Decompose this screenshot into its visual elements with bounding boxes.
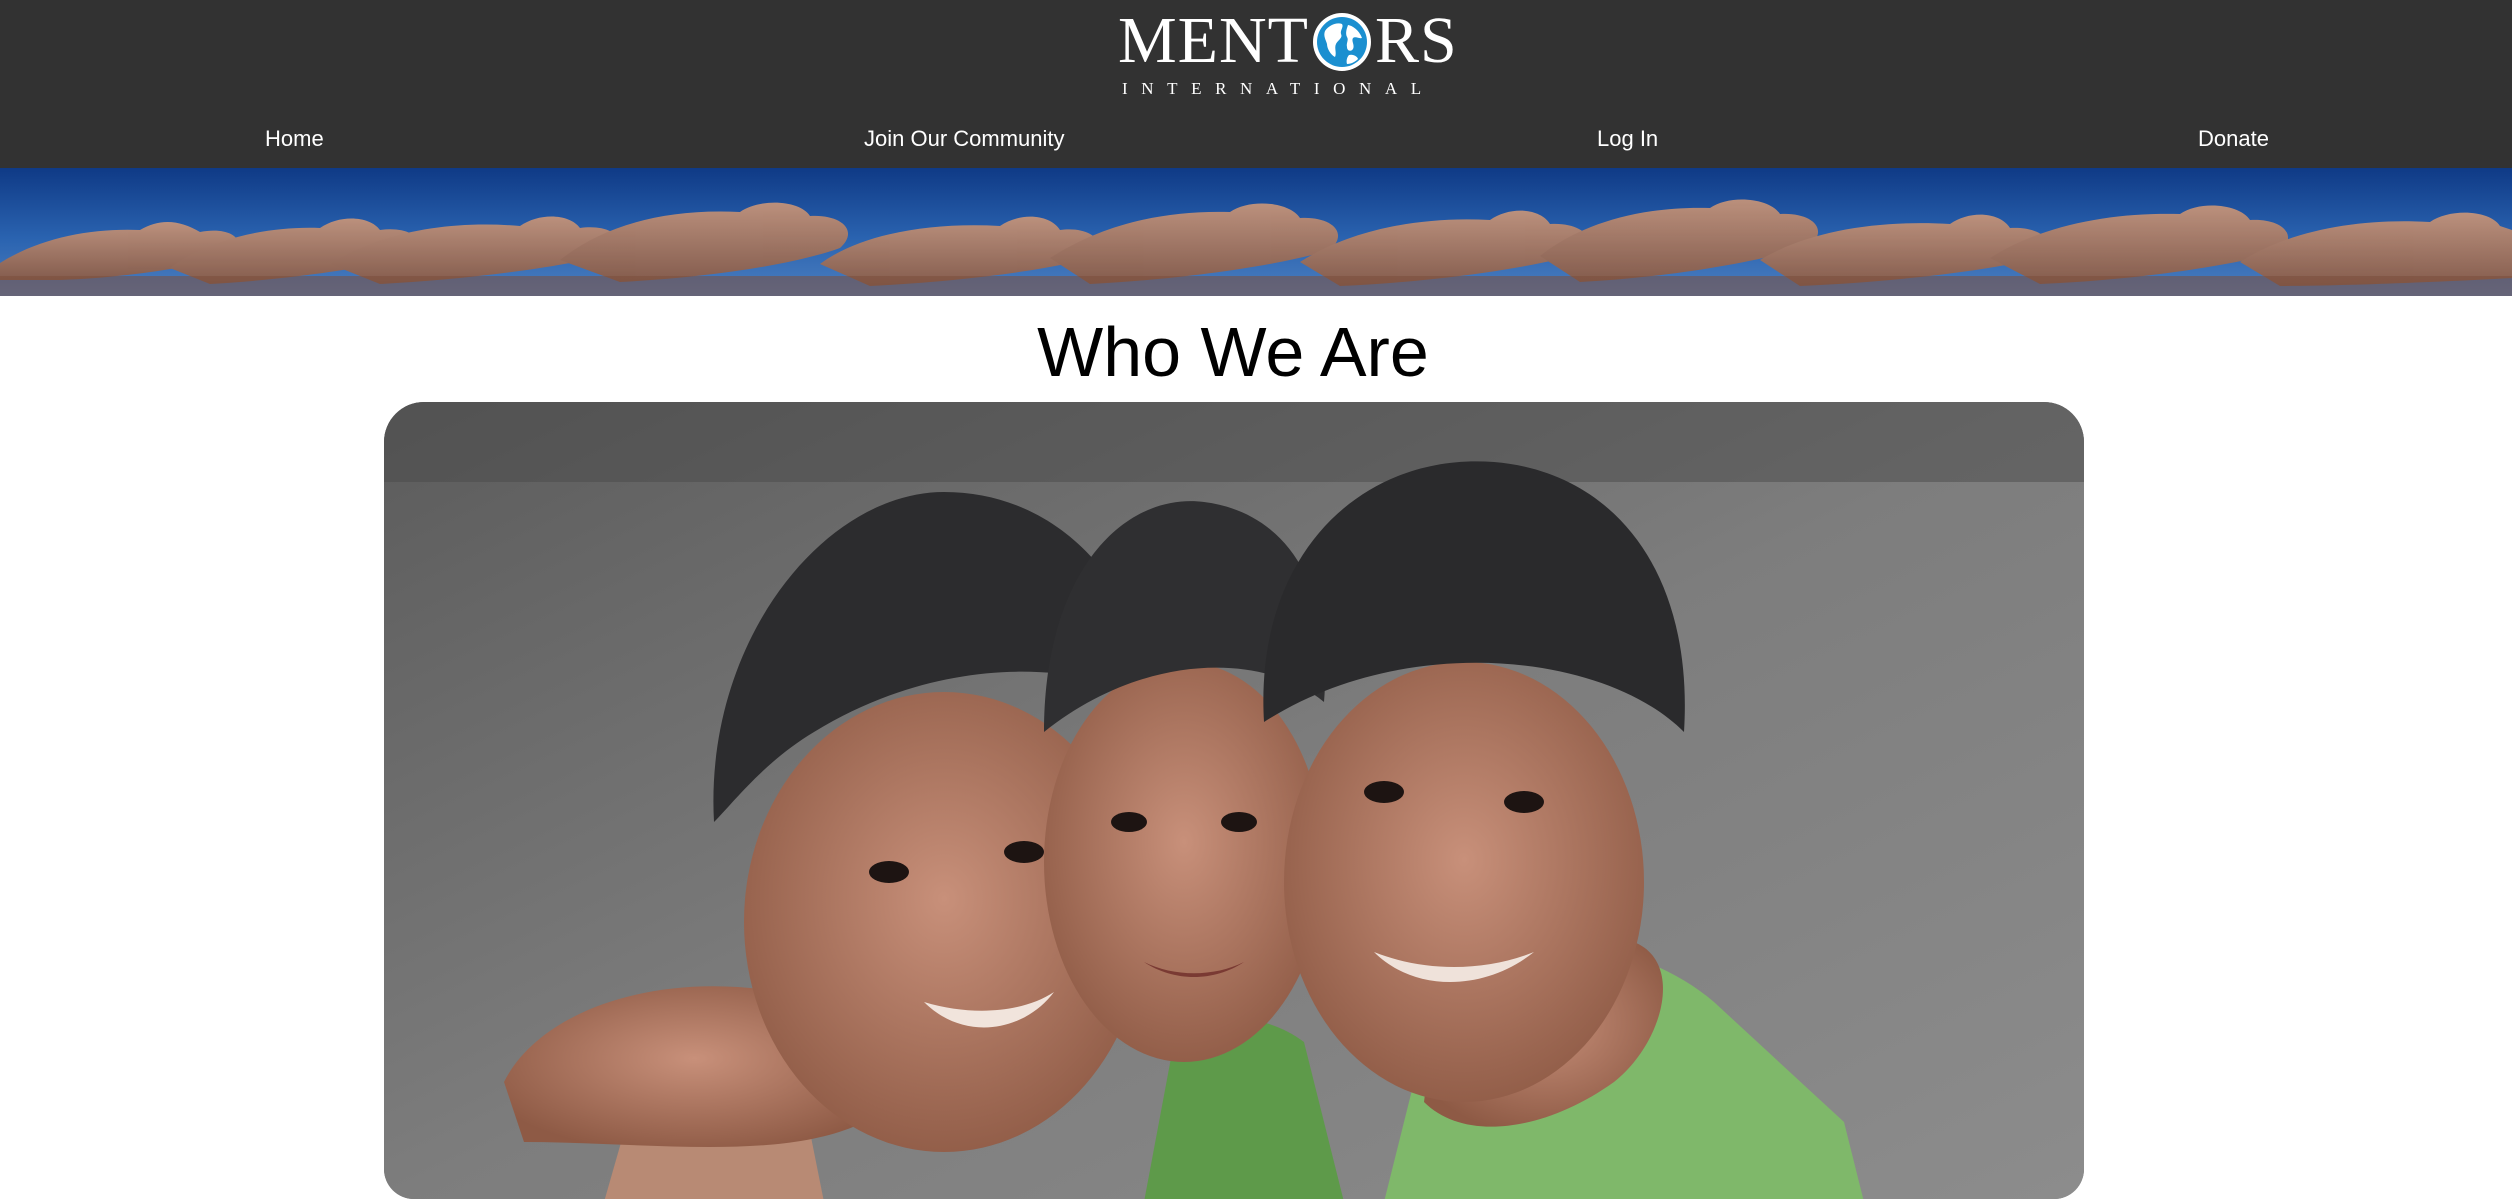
nav-home[interactable]: Home [265,122,324,156]
main-nav: Home Join Our Community Log In Donate [0,122,2512,156]
logo-word-right: RS [1374,4,1458,77]
three-smiling-boys-photo [384,402,2084,1199]
page-title: Who We Are [1037,313,1429,391]
nav-join-our-community[interactable]: Join Our Community [864,122,1065,156]
globe-icon [1311,11,1373,73]
logo-subtitle: INTERNATIONAL [1122,79,1435,98]
site-header: MENT RS INTERNATIONAL Home Join Our Comm… [0,0,2512,168]
logo-word-left: MENT [1118,4,1309,77]
nav-donate[interactable]: Donate [2198,122,2269,156]
site-logo[interactable]: MENT RS INTERNATIONAL [1118,6,1457,99]
nav-log-in[interactable]: Log In [1597,122,1658,156]
logo-wordmark: MENT RS [1118,6,1458,76]
raised-hands-banner [0,168,2512,296]
